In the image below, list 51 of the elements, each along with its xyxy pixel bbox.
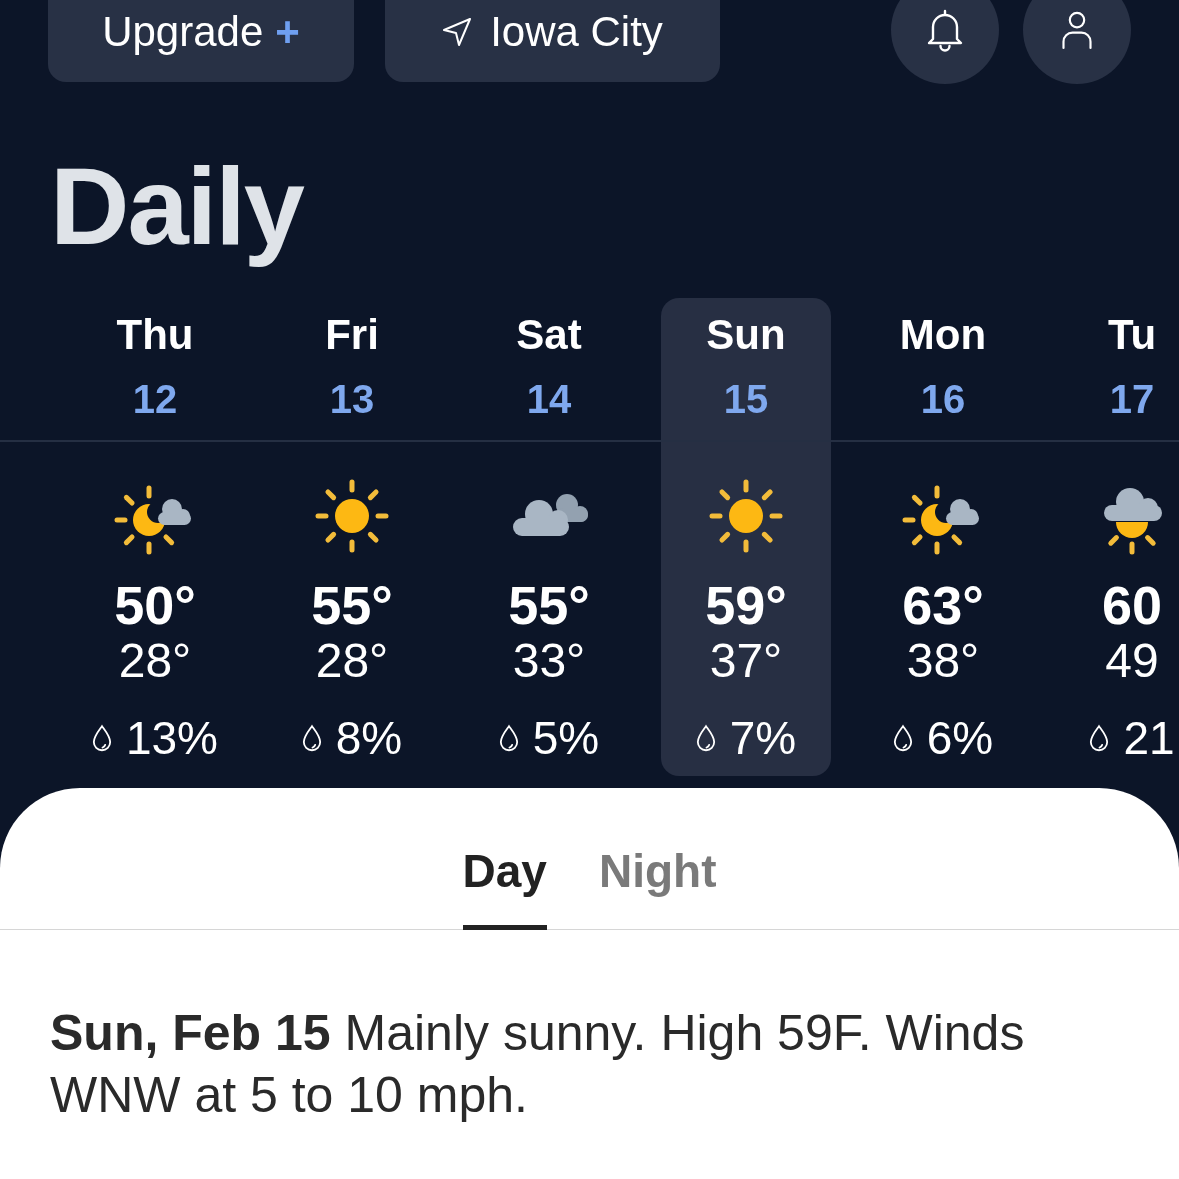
high-temperature: 60: [1101, 575, 1163, 635]
day-column[interactable]: Mon 16 63° 38° 6%: [858, 298, 1028, 776]
precipitation-chance: 5%: [532, 712, 600, 764]
high-temperature: 55°: [311, 575, 393, 635]
tab[interactable]: Night: [598, 843, 717, 930]
day-name: Sun: [706, 310, 786, 360]
high-temperature: 50°: [114, 575, 196, 635]
precipitation-chance: 8%: [335, 712, 403, 764]
day-date: 14: [526, 376, 572, 423]
bell-icon: [925, 8, 965, 52]
precipitation-chance: 7%: [729, 712, 797, 764]
day-column[interactable]: Sun 15 59° 37° 7%: [661, 298, 831, 776]
precipitation-chance: 6%: [926, 712, 994, 764]
day-date: 17: [1109, 376, 1155, 423]
person-icon: [1059, 9, 1095, 51]
day-name: Sat: [516, 310, 582, 360]
day-date: 13: [329, 376, 375, 423]
day-column[interactable]: Thu 12 50° 28° 13%: [70, 298, 240, 776]
precipitation-chance: 21: [1123, 712, 1175, 764]
high-temperature: 63°: [902, 575, 984, 635]
day-date: 12: [132, 376, 178, 423]
tab[interactable]: Day: [462, 843, 547, 930]
low-temperature: 38°: [906, 635, 980, 687]
precipitation-chance: 13%: [125, 712, 219, 764]
day-column[interactable]: Sat 14 55° 33° 5%: [464, 298, 634, 776]
navigation-arrow-icon: [442, 17, 473, 47]
raindrop-icon: [91, 724, 112, 752]
day-date: 16: [920, 376, 966, 423]
raindrop-icon: [498, 724, 519, 752]
day-name: Thu: [116, 310, 194, 360]
day-name: Fri: [325, 310, 379, 360]
low-temperature: 28°: [315, 635, 389, 687]
location-button[interactable]: Iowa City: [385, 0, 720, 82]
low-temperature: 33°: [512, 635, 586, 687]
high-temperature: 59°: [705, 575, 787, 635]
raindrop-icon: [1089, 724, 1110, 752]
page-title: Daily: [50, 143, 305, 269]
raindrop-icon: [892, 724, 913, 752]
raindrop-icon: [695, 724, 716, 752]
day-column[interactable]: Fri 13 55° 28° 8%: [267, 298, 437, 776]
day-date: 15: [723, 376, 769, 423]
raindrop-icon: [301, 724, 322, 752]
day-name: Tu: [1107, 310, 1157, 360]
forecast-summary: Sun, Feb 15 Mainly sunny. High 59F. Winds WNW at 5 to 10 mph.: [50, 1004, 1026, 1125]
low-temperature: 37°: [709, 635, 783, 687]
day-name: Mon: [899, 310, 987, 360]
low-temperature: 28°: [118, 635, 192, 687]
low-temperature: 49: [1105, 635, 1159, 687]
day-column[interactable]: Tu 17 60 49 21: [1055, 298, 1179, 776]
high-temperature: 55°: [508, 575, 590, 635]
upgrade-button[interactable]: Upgrade +: [48, 0, 354, 82]
